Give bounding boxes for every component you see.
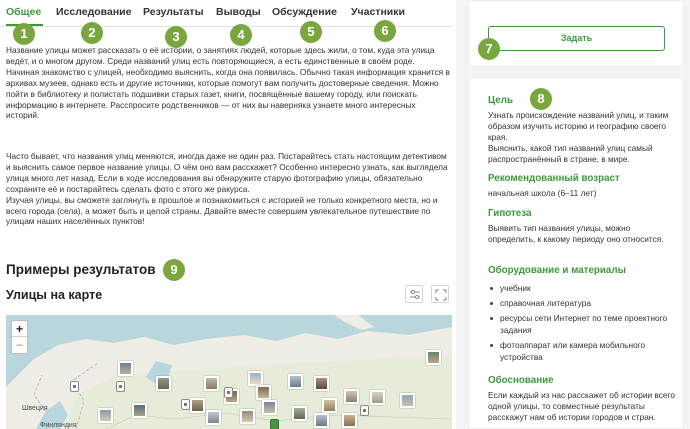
- results-heading: Примеры результатов: [6, 262, 156, 277]
- map-base-layer: [6, 315, 452, 429]
- map-label-sweden: Швеция: [22, 405, 48, 412]
- tab-results[interactable]: Результаты: [143, 6, 204, 18]
- map-photo-marker[interactable]: [400, 393, 415, 408]
- map-heading: Улицы на карте: [6, 288, 103, 302]
- map-photo-marker[interactable]: [132, 403, 147, 418]
- map-photo-marker[interactable]: [322, 398, 337, 413]
- map-photo-marker[interactable]: [98, 408, 113, 423]
- list-item: справочная литература: [488, 297, 676, 309]
- rationale-text: Если каждый из нас расскажет об истории …: [488, 390, 675, 422]
- map-pin-marker[interactable]: [360, 405, 369, 416]
- map-photo-marker[interactable]: [262, 400, 277, 415]
- goal-section: Цель Узнать происхождение названий улиц,…: [488, 95, 676, 165]
- map-photo-marker[interactable]: [314, 413, 329, 428]
- equipment-title: Оборудование и материалы: [488, 265, 626, 276]
- map-pin-marker-active[interactable]: [270, 419, 279, 429]
- annotation-marker-6: 6: [374, 20, 396, 42]
- map-photo-marker[interactable]: [256, 385, 271, 400]
- map-pin-marker[interactable]: [224, 387, 233, 398]
- equipment-list: учебник справочная литература ресурсы се…: [488, 282, 676, 363]
- map-photo-marker[interactable]: [118, 361, 133, 376]
- annotation-marker-9: 9: [163, 259, 185, 281]
- map-photo-marker[interactable]: [206, 410, 221, 425]
- intro-paragraph: Изучая улицы, вы сможете заглянуть в про…: [6, 194, 438, 227]
- annotation-marker-3: 3: [165, 26, 187, 48]
- intro-paragraph: Начиная знакомство с улицей, необходимо …: [6, 66, 450, 121]
- tab-discussion[interactable]: Обсуждение: [272, 6, 337, 18]
- map-photo-marker[interactable]: [314, 376, 329, 391]
- rationale-section: Обоснование Если каждый из нас расскажет…: [488, 375, 676, 423]
- map-photo-marker[interactable]: [190, 398, 205, 413]
- age-title: Рекомендованный возраст: [488, 173, 620, 184]
- age-text: начальная школа (6–11 лет): [488, 188, 597, 198]
- age-section: Рекомендованный возраст начальная школа …: [488, 173, 676, 199]
- list-item: учебник: [488, 282, 676, 294]
- map-pin-marker[interactable]: [70, 381, 79, 392]
- zoom-out-button[interactable]: −: [12, 337, 27, 353]
- ask-button[interactable]: Задать: [488, 26, 665, 51]
- map-photo-marker[interactable]: [426, 350, 441, 365]
- map-photo-marker[interactable]: [292, 406, 307, 421]
- map-filter-button[interactable]: [405, 285, 423, 303]
- map-photo-marker[interactable]: [288, 374, 303, 389]
- fullscreen-icon: [435, 289, 447, 301]
- hypothesis-title: Гипотеза: [488, 208, 532, 219]
- annotation-marker-7: 7: [478, 38, 500, 60]
- map-fullscreen-button[interactable]: [431, 285, 449, 303]
- annotation-marker-8: 8: [530, 88, 552, 110]
- goal-text: Узнать происхождение названий улиц, и та…: [488, 110, 669, 142]
- streets-map[interactable]: + − Швеция Финляндия: [6, 315, 452, 429]
- intro-group-1: Название улицы может рассказать о её ист…: [6, 45, 450, 121]
- hypothesis-text: Выявить тип названия улицы, можно опреде…: [488, 223, 664, 244]
- map-photo-marker[interactable]: [248, 371, 263, 386]
- annotation-marker-4: 4: [230, 24, 252, 46]
- sliders-icon: [410, 289, 420, 300]
- map-pin-marker[interactable]: [116, 381, 125, 392]
- annotation-marker-1: 1: [13, 23, 35, 45]
- intro-paragraph: Часто бывает, что названия улиц меняются…: [6, 151, 448, 194]
- intro-group-2: Часто бывает, что названия улиц меняются…: [6, 151, 450, 227]
- hypothesis-section: Гипотеза Выявить тип названия улицы, мож…: [488, 208, 676, 245]
- map-photo-marker[interactable]: [344, 389, 359, 404]
- map-label-finland: Финляндия: [40, 422, 77, 429]
- map-pin-marker[interactable]: [181, 399, 190, 410]
- tab-general[interactable]: Общее: [6, 6, 41, 18]
- map-photo-marker[interactable]: [204, 376, 219, 391]
- annotation-marker-2: 2: [81, 22, 103, 44]
- tab-participants[interactable]: Участники: [351, 6, 405, 18]
- map-photo-marker[interactable]: [156, 376, 171, 391]
- map-photo-marker[interactable]: [342, 413, 357, 428]
- intro-paragraph: Название улицы может рассказать о её ист…: [6, 45, 435, 66]
- equipment-section: Оборудование и материалы учебник справоч…: [488, 265, 676, 366]
- annotation-marker-5: 5: [300, 21, 322, 43]
- list-item: ресурсы сети Интернет по теме проектного…: [488, 312, 676, 336]
- rationale-title: Обоснование: [488, 375, 554, 386]
- goal-title: Цель: [488, 95, 513, 106]
- map-zoom-control: + −: [11, 320, 28, 354]
- zoom-in-button[interactable]: +: [12, 321, 27, 337]
- tab-research[interactable]: Исследование: [56, 6, 131, 18]
- info-card: Цель Узнать происхождение названий улиц,…: [468, 77, 684, 429]
- ask-card: Задать: [468, 0, 684, 67]
- list-item: фотоаппарат или камера мобильного устрой…: [488, 339, 676, 363]
- map-photo-marker[interactable]: [370, 390, 385, 405]
- tab-conclusions[interactable]: Выводы: [216, 6, 261, 18]
- goal-text: Выяснить, какой тип названий улиц самый …: [488, 143, 653, 164]
- map-photo-marker[interactable]: [240, 409, 255, 424]
